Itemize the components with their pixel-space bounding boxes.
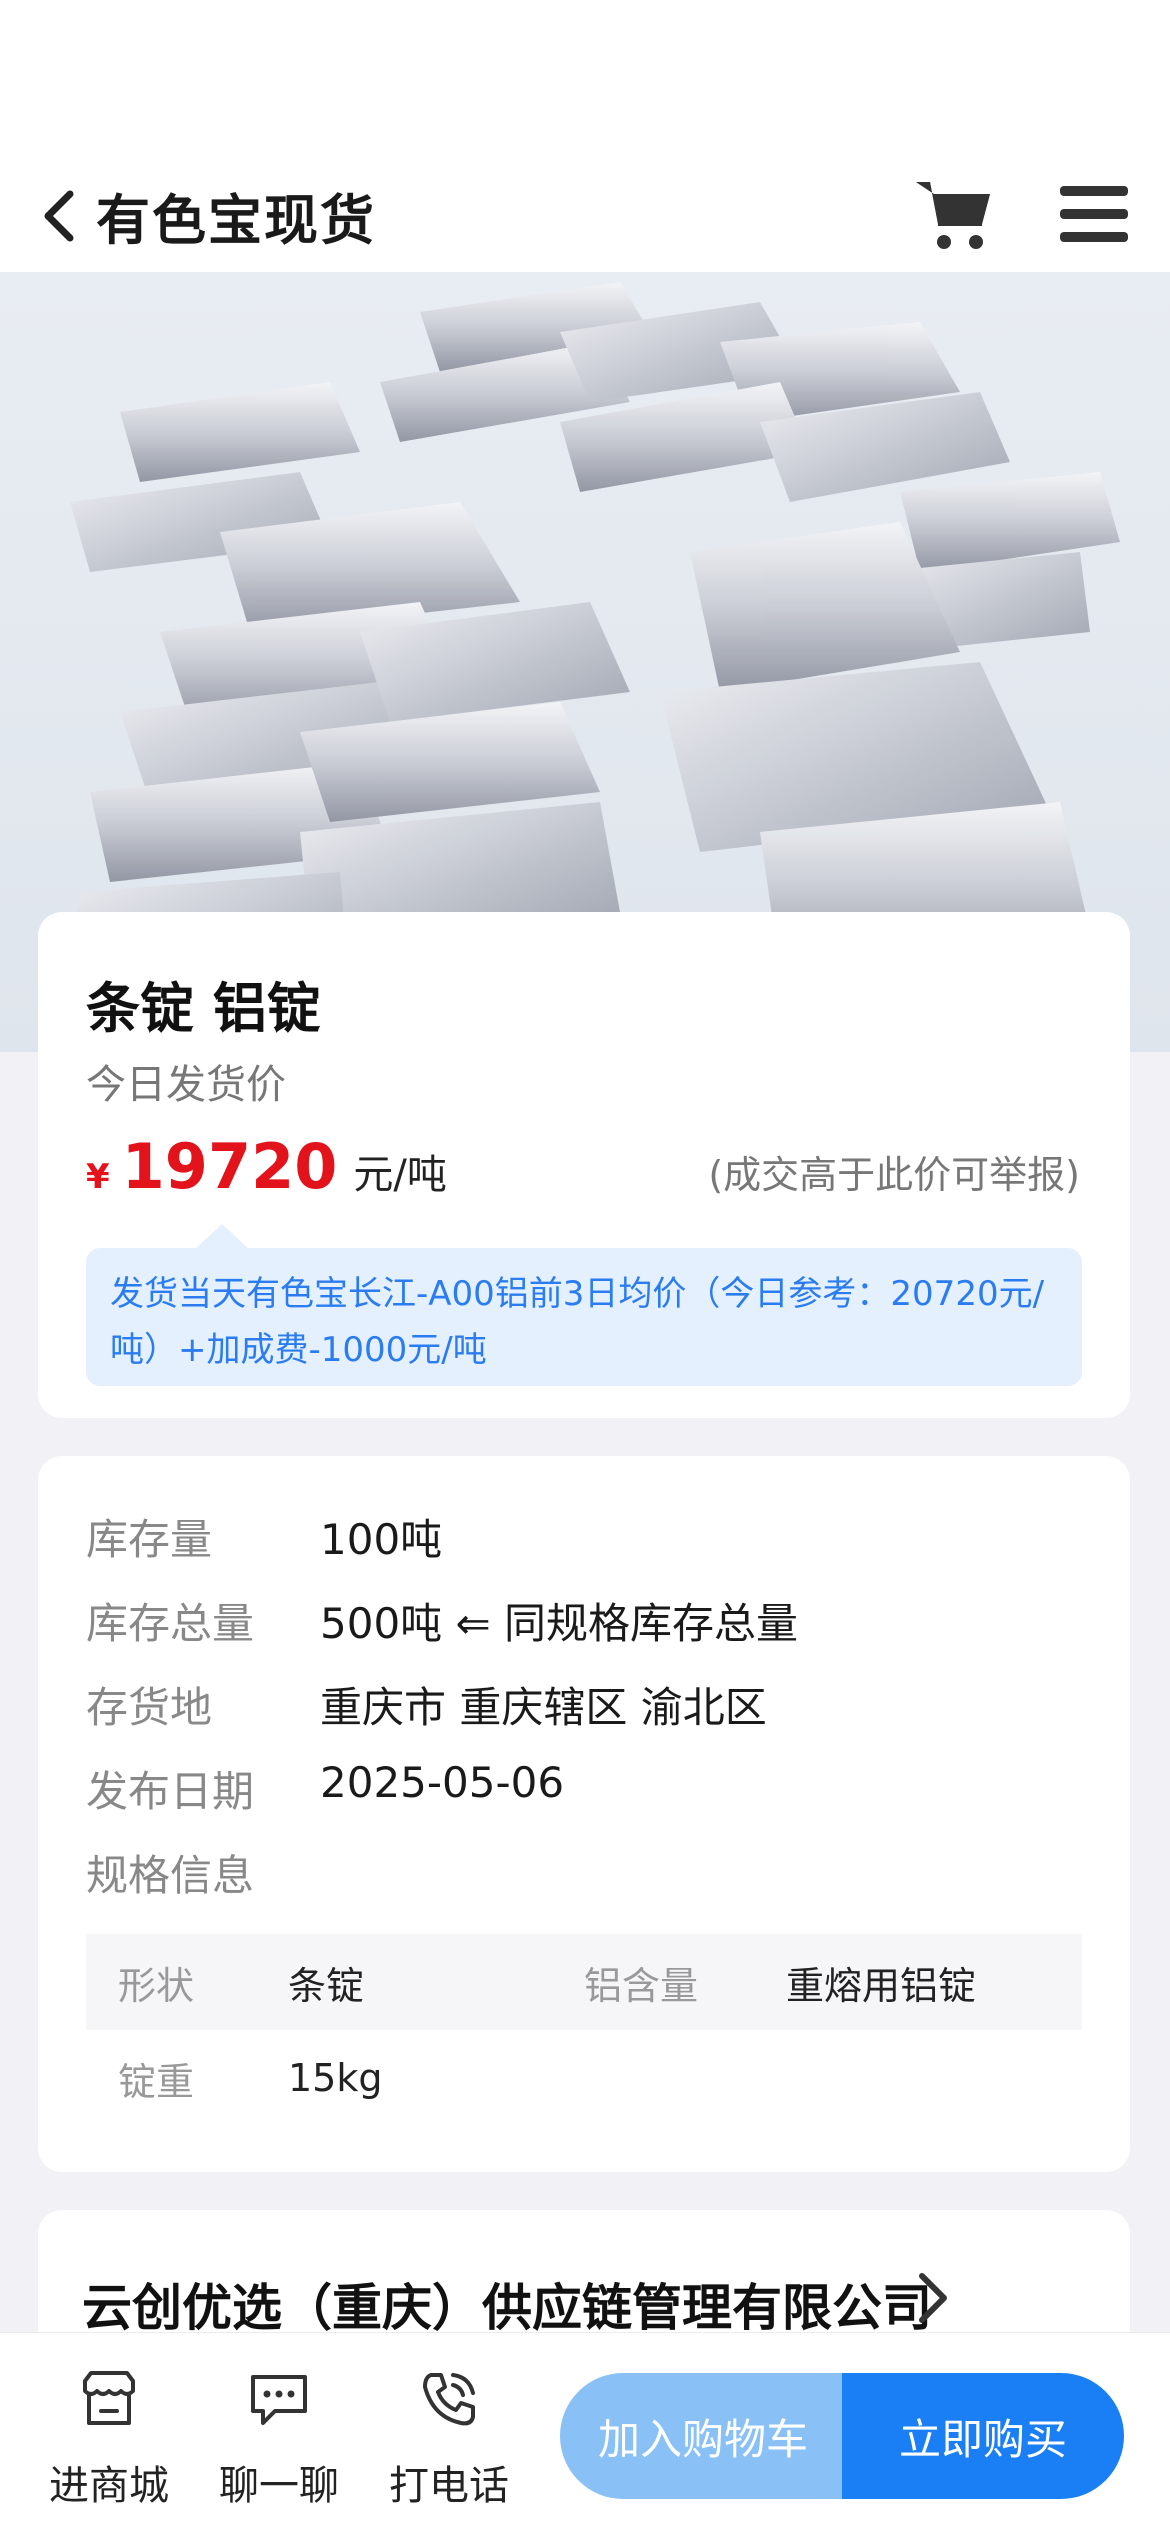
spec-value: 15kg xyxy=(288,2056,383,2100)
info-row-stock: 库存量 100吨 xyxy=(86,1506,442,1567)
spec-table: 形状 条锭 铝含量 重熔用铝锭 锭重 15kg xyxy=(86,1934,1082,2126)
page-title: 有色宝现货 xyxy=(96,189,376,252)
price-card: 条锭 铝锭 今日发货价 ¥ 19720 元/吨 (成交高于此价可举报) 发货当天… xyxy=(38,912,1130,1418)
phone-button[interactable]: 打电话 xyxy=(374,2367,524,2511)
bottom-action-bar: 进商城 聊一聊 打电话 加入购物车 立即购买 xyxy=(0,2332,1170,2532)
hamburger-menu-icon xyxy=(1060,186,1128,242)
pricing-formula-tip: 发货当天有色宝长江-A00铝前3日均价（今日参考：20720元/吨）+加成费-1… xyxy=(86,1248,1082,1386)
chat-button[interactable]: 聊一聊 xyxy=(204,2367,354,2511)
store-icon xyxy=(83,2371,135,2425)
chevron-left-icon xyxy=(44,190,74,242)
spec-row: 锭重 15kg xyxy=(86,2030,1082,2126)
info-value: 100吨 xyxy=(320,1515,443,1564)
info-card: 库存量 100吨 库存总量 500吨 ⇐ 同规格库存总量 存货地 重庆市 重庆辖… xyxy=(38,1456,1130,2172)
company-name: 云创优选（重庆）供应链管理有限公司 xyxy=(82,2279,932,2337)
buy-now-button[interactable]: 立即购买 xyxy=(842,2373,1124,2499)
nav-bar: 有色宝现货 xyxy=(0,150,1170,272)
product-title: 条锭 铝锭 xyxy=(86,977,321,1040)
spec-row: 形状 条锭 铝含量 重熔用铝锭 xyxy=(86,1934,1082,2030)
store-label: 进商城 xyxy=(49,2463,169,2509)
info-value: 重庆市 重庆辖区 渝北区 xyxy=(320,1683,767,1732)
phone-label: 打电话 xyxy=(389,2463,509,2509)
status-bar xyxy=(0,0,1170,150)
info-key: 规格信息 xyxy=(86,1851,255,1900)
info-row-spec: 规格信息 xyxy=(86,1842,320,1903)
chat-label: 聊一聊 xyxy=(219,2463,339,2509)
info-row-location: 存货地 重庆市 重庆辖区 渝北区 xyxy=(86,1674,767,1735)
spec-value: 重熔用铝锭 xyxy=(786,1963,977,2008)
info-key: 库存总量 xyxy=(86,1599,255,1648)
tip-caret xyxy=(194,1224,250,1250)
phone-icon xyxy=(423,2373,475,2426)
add-to-cart-button[interactable]: 加入购物车 xyxy=(560,2373,846,2499)
info-value: 2025-05-06 xyxy=(320,1758,565,1807)
cart-icon xyxy=(916,182,990,249)
chevron-right-icon xyxy=(908,2266,958,2330)
currency-symbol: ¥ xyxy=(86,1157,110,1197)
menu-button[interactable] xyxy=(1056,178,1132,250)
price-label: 今日发货价 xyxy=(86,1062,286,1108)
info-value: 500吨 ⇐ 同规格库存总量 xyxy=(320,1599,799,1648)
back-button[interactable] xyxy=(36,186,80,246)
price-value: 19720 xyxy=(121,1130,338,1203)
price-row: ¥ 19720 元/吨 xyxy=(86,1130,447,1203)
spec-key: 铝含量 xyxy=(584,1963,699,2008)
spec-key: 形状 xyxy=(118,1963,195,2008)
chat-icon xyxy=(251,2375,307,2425)
cart-button[interactable] xyxy=(912,172,996,256)
store-button[interactable]: 进商城 xyxy=(34,2367,184,2511)
price-unit: 元/吨 xyxy=(353,1152,447,1198)
info-row-date: 发布日期 2025-05-06 xyxy=(86,1758,564,1819)
info-key: 存货地 xyxy=(86,1683,213,1732)
info-row-total-stock: 库存总量 500吨 ⇐ 同规格库存总量 xyxy=(86,1590,798,1651)
spec-key: 锭重 xyxy=(118,2059,195,2104)
spec-value: 条锭 xyxy=(288,1963,365,2008)
price-report-note: (成交高于此价可举报) xyxy=(708,1153,1080,1197)
info-key: 库存量 xyxy=(86,1515,213,1564)
info-key: 发布日期 xyxy=(86,1767,255,1816)
